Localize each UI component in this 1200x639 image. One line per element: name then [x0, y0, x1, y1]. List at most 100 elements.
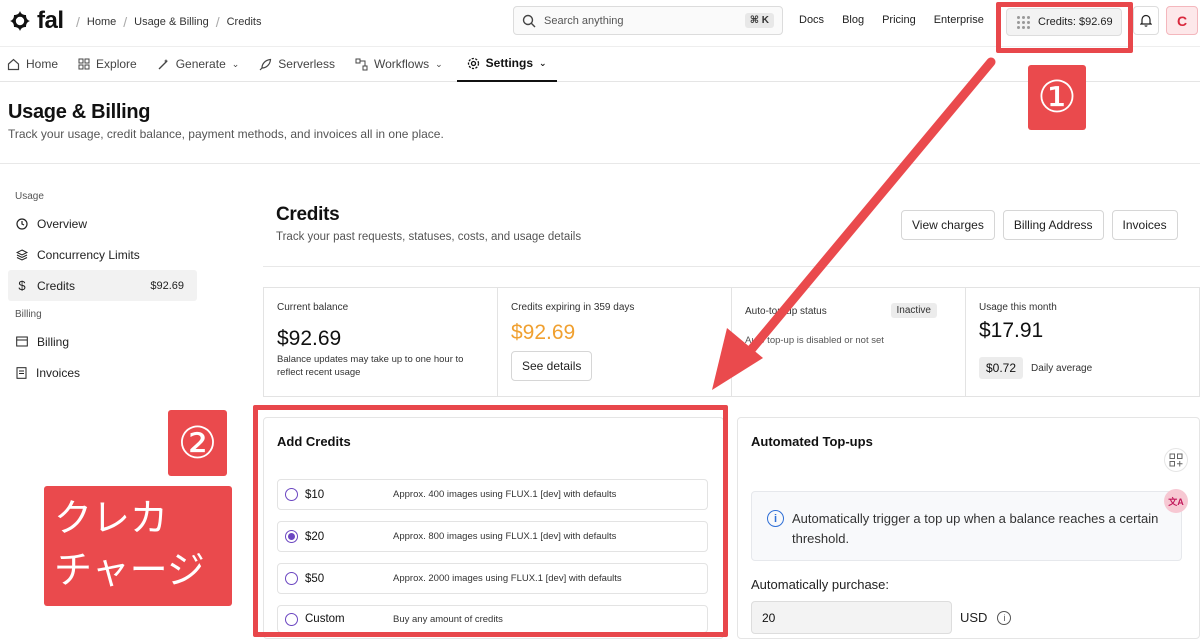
document-icon — [16, 366, 27, 379]
usage-month-label: Usage this month — [979, 302, 1057, 313]
sidebar-item-invoices[interactable]: Invoices — [8, 357, 197, 388]
nav-workflows-label: Workflows — [373, 57, 430, 71]
credits-button-label: Credits: $92.69 — [1038, 16, 1113, 28]
divider — [0, 163, 1200, 164]
bell-icon — [1140, 14, 1152, 27]
docs-link[interactable]: Docs — [799, 14, 824, 26]
option-amount: $20 — [305, 530, 325, 543]
auto-topup-status-card: Auto-top-up status Inactive Auto top-up … — [732, 288, 966, 396]
credit-option-custom[interactable]: Custom Buy any amount of credits — [277, 605, 708, 633]
breadcrumb-home[interactable]: Home — [87, 16, 116, 28]
see-details-button[interactable]: See details — [511, 351, 593, 381]
auto-purchase-currency: USD i — [960, 610, 1012, 625]
breadcrumb-credits[interactable]: Credits — [227, 16, 262, 28]
notifications-button[interactable] — [1133, 6, 1159, 35]
auto-topup-info: i Automatically trigger a top up when a … — [751, 491, 1182, 561]
radio-button[interactable] — [285, 612, 298, 626]
search-placeholder: Search anything — [544, 14, 624, 27]
billing-address-button[interactable]: Billing Address — [1002, 210, 1104, 240]
step-marker-1: ① — [1028, 65, 1086, 130]
daily-average-label: Daily average — [1031, 362, 1093, 374]
dollar-icon: $ — [18, 278, 26, 293]
grid-plus-icon — [1169, 453, 1183, 467]
add-credits-title: Add Credits — [277, 434, 351, 449]
sidebar-item-concurrency[interactable]: Concurrency Limits — [8, 239, 197, 270]
rocket-icon — [259, 58, 272, 70]
nav-home[interactable]: Home — [0, 46, 68, 82]
home-icon — [7, 58, 20, 70]
nav-home-label: Home — [26, 57, 59, 71]
stats-row: Current balance $92.69 Balance updates m… — [263, 287, 1200, 397]
nav-generate[interactable]: Generate ⌄ — [147, 46, 250, 82]
blog-link[interactable]: Blog — [842, 14, 864, 26]
sidebar-item-credits[interactable]: $ Credits $92.69 — [8, 270, 197, 301]
radio-button[interactable] — [285, 488, 298, 501]
expiring-credits-label: Credits expiring in 359 days — [511, 302, 635, 313]
daily-average-value: $0.72 — [979, 357, 1024, 379]
credit-option-10[interactable]: $10 Approx. 400 images using FLUX.1 [dev… — [277, 479, 708, 510]
breadcrumb: / Home / Usage & Billing / Credits — [76, 14, 262, 30]
credits-subtitle: Track your past requests, statuses, cost… — [276, 231, 582, 243]
top-links: Docs Blog Pricing Enterprise — [799, 14, 984, 26]
usage-month-card: Usage this month $17.91 $0.72 Daily aver… — [966, 288, 1199, 396]
sidebar-item-label: Credits — [37, 278, 76, 293]
nav-workflows[interactable]: Workflows ⌄ — [345, 46, 453, 82]
search-input[interactable]: Search anything ⌘ K — [513, 6, 783, 35]
breadcrumb-usage-billing[interactable]: Usage & Billing — [134, 16, 209, 28]
translate-icon: 文A — [1168, 496, 1184, 507]
nav-explore[interactable]: Explore — [68, 46, 147, 82]
grid-icon — [78, 58, 90, 70]
japanese-annotation-label: クレカ チャージ — [44, 486, 232, 606]
card-icon — [16, 336, 28, 347]
main-nav: Home Explore Generate ⌄ Serverless Workf… — [0, 46, 1200, 82]
sidebar-item-overview[interactable]: Overview — [8, 208, 197, 239]
nav-settings[interactable]: Settings ⌄ — [456, 46, 557, 82]
gear-icon — [467, 57, 479, 69]
widget-add-icon[interactable] — [1164, 448, 1188, 472]
sidebar-item-billing[interactable]: Billing — [8, 326, 197, 357]
option-amount: $50 — [305, 572, 325, 585]
credit-option-20[interactable]: $20 Approx. 800 images using FLUX.1 [dev… — [277, 521, 708, 552]
sidebar-item-label: Invoices — [36, 365, 81, 380]
current-balance-label: Current balance — [277, 302, 349, 313]
status-badge: Inactive — [890, 303, 937, 318]
invoices-button[interactable]: Invoices — [1111, 210, 1178, 240]
top-bar: fal / Home / Usage & Billing / Credits S… — [0, 0, 1200, 44]
nav-serverless-label: Serverless — [278, 57, 335, 71]
radio-button[interactable] — [285, 572, 298, 585]
credits-button[interactable]: Credits: $92.69 — [1006, 8, 1122, 36]
expiring-credits-card: Credits expiring in 359 days $92.69 See … — [498, 288, 732, 396]
translate-widget-icon[interactable]: 文A — [1164, 489, 1188, 513]
fal-logo[interactable]: fal — [8, 7, 64, 35]
enterprise-link[interactable]: Enterprise — [934, 14, 984, 26]
annotation-line-1: クレカ — [54, 496, 169, 540]
expiring-credits-value: $92.69 — [511, 321, 576, 344]
layers-icon — [16, 248, 28, 261]
page-subtitle: Track your usage, credit balance, paymen… — [8, 127, 444, 141]
avatar[interactable]: C — [1166, 6, 1198, 35]
current-balance-card: Current balance $92.69 Balance updates m… — [264, 288, 498, 396]
option-description: Approx. 400 images using FLUX.1 [dev] wi… — [393, 489, 617, 500]
usage-month-value: $17.91 — [979, 319, 1044, 342]
credits-actions: View charges Billing Address Invoices — [901, 210, 1178, 240]
pricing-link[interactable]: Pricing — [882, 14, 916, 26]
workflow-icon — [355, 58, 368, 70]
info-icon[interactable]: i — [997, 610, 1012, 625]
radio-button-selected[interactable] — [285, 530, 298, 543]
view-charges-button[interactable]: View charges — [901, 210, 995, 240]
credit-option-50[interactable]: $50 Approx. 2000 images using FLUX.1 [de… — [277, 563, 708, 594]
search-icon — [522, 14, 536, 27]
nav-settings-label: Settings — [485, 56, 533, 70]
option-description: Buy any amount of credits — [393, 613, 503, 625]
option-description: Approx. 800 images using FLUX.1 [dev] wi… — [393, 531, 617, 542]
fal-logo-icon — [10, 11, 30, 31]
nav-serverless[interactable]: Serverless — [249, 46, 345, 82]
auto-purchase-input[interactable]: 20 — [751, 601, 952, 634]
chevron-down-icon: ⌄ — [435, 58, 443, 69]
sidebar-item-label: Billing — [37, 334, 70, 349]
option-amount: $10 — [305, 488, 325, 501]
sidebar-heading-usage: Usage — [15, 191, 44, 202]
clock-icon — [16, 217, 28, 230]
wand-icon — [158, 58, 168, 69]
logo-text: fal — [37, 7, 64, 34]
